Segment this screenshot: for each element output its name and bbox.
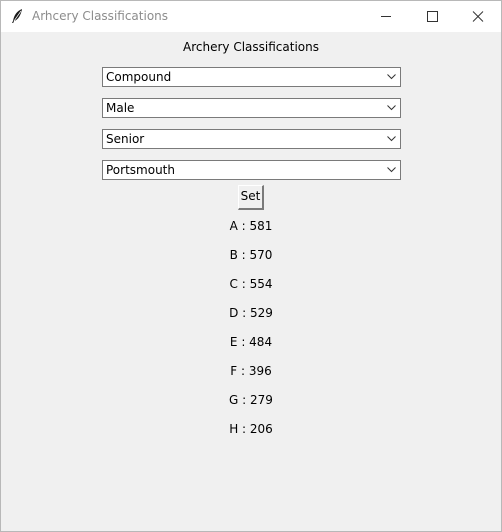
set-button[interactable]: Set	[238, 185, 264, 210]
score-value: 570	[249, 248, 273, 262]
classification-result: B : 570	[1, 248, 501, 262]
score-value: 484	[249, 335, 273, 349]
separator: :	[237, 277, 250, 291]
chevron-down-icon	[387, 74, 396, 80]
classification-result: G : 279	[1, 393, 501, 407]
age-group-value: Senior	[106, 132, 145, 146]
form-heading: Archery Classifications	[183, 40, 319, 54]
client-area: Archery Classifications Compound Male Se…	[1, 32, 501, 531]
classification-result: H : 206	[1, 422, 501, 436]
grade-label: C	[229, 277, 238, 291]
title-bar[interactable]: Arhcery Classifications	[1, 1, 501, 32]
grade-label: D	[229, 306, 239, 320]
separator: :	[238, 422, 250, 436]
minimize-icon	[381, 16, 391, 17]
round-select[interactable]: Portsmouth	[102, 160, 401, 180]
feather-icon	[10, 8, 24, 24]
chevron-down-icon	[387, 167, 396, 173]
gender-select[interactable]: Male	[102, 98, 401, 118]
grade-label: B	[229, 248, 238, 262]
minimize-button[interactable]	[363, 1, 409, 32]
chevron-down-icon	[387, 105, 396, 111]
round-value: Portsmouth	[106, 163, 175, 177]
close-button[interactable]	[455, 1, 501, 32]
maximize-icon	[427, 11, 438, 22]
grade-label: H	[229, 422, 239, 436]
grade-label: A	[229, 219, 238, 233]
separator: :	[237, 219, 250, 233]
maximize-button[interactable]	[409, 1, 455, 32]
classification-result: E : 484	[1, 335, 501, 349]
score-value: 206	[249, 422, 273, 436]
gender-value: Male	[106, 101, 135, 115]
separator: :	[238, 306, 250, 320]
chevron-down-icon	[387, 136, 396, 142]
classification-result: F : 396	[1, 364, 501, 378]
classification-result: D : 529	[1, 306, 501, 320]
app-window: Arhcery Classifications Archery Classifi…	[0, 0, 502, 532]
score-value: 581	[249, 219, 273, 233]
close-icon	[472, 11, 484, 22]
bow-type-value: Compound	[106, 70, 172, 84]
grade-label: E	[229, 335, 238, 349]
score-value: 279	[250, 393, 273, 407]
separator: :	[237, 248, 250, 262]
separator: :	[238, 393, 251, 407]
score-value: 396	[248, 364, 272, 378]
classification-result: A : 581	[1, 219, 501, 233]
grade-label: G	[229, 393, 239, 407]
separator: :	[237, 364, 249, 378]
classification-result: C : 554	[1, 277, 501, 291]
score-value: 529	[250, 306, 273, 320]
bow-type-select[interactable]: Compound	[102, 67, 401, 87]
score-value: 554	[249, 277, 273, 291]
window-title: Arhcery Classifications	[32, 9, 169, 23]
separator: :	[237, 335, 250, 349]
age-group-select[interactable]: Senior	[102, 129, 401, 149]
